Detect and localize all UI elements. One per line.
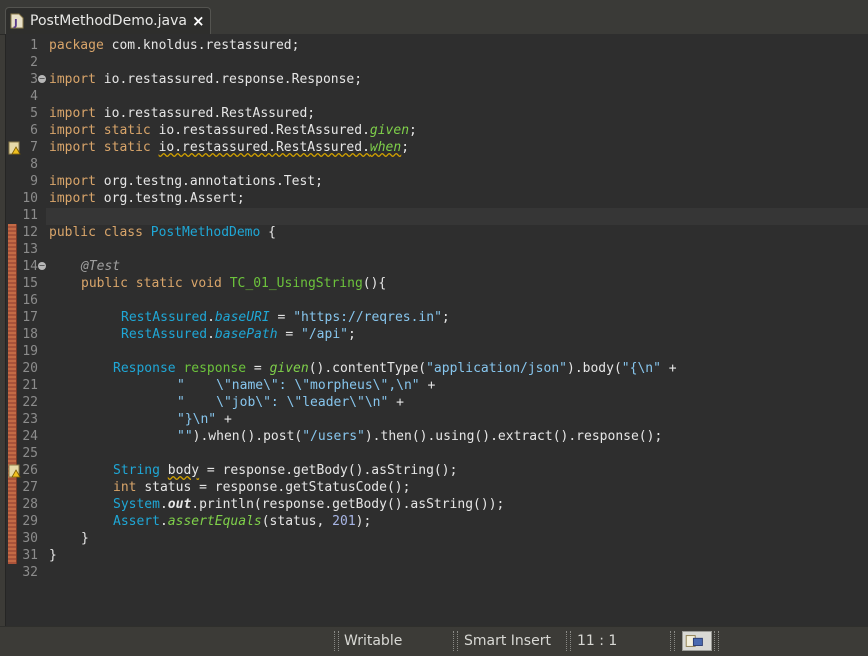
code-line-20: Response response = given().contentType(…	[113, 361, 677, 376]
line-number: 32	[22, 565, 38, 580]
line-number: 12	[22, 225, 38, 240]
line-number: 4	[30, 89, 38, 104]
line-number: 19	[22, 344, 38, 359]
line-number: 27	[22, 480, 38, 495]
status-separator	[566, 631, 571, 651]
code-line-22: " \"job\": \"leader\"\n" +	[177, 395, 404, 410]
line-number: 8	[30, 157, 38, 172]
code-line-21: " \"name\": \"morpheus\",\n" +	[177, 378, 436, 393]
status-insert-mode[interactable]: Smart Insert	[464, 633, 551, 649]
status-writable: Writable	[344, 633, 403, 649]
line-number: 22	[22, 395, 38, 410]
code-line-26: String body = response.getBody().asStrin…	[113, 463, 458, 478]
code-line-1: package com.knoldus.restassured;	[49, 38, 300, 53]
java-file-icon: J	[10, 13, 24, 29]
code-line-30: }	[81, 531, 89, 546]
code-line-9: import org.testng.annotations.Test;	[49, 174, 323, 189]
code-line-17: RestAssured.baseURI = "https://reqres.in…	[121, 310, 450, 325]
line-number: 11	[22, 208, 38, 223]
line-number: 3	[30, 72, 38, 87]
line-number: 25	[22, 446, 38, 461]
status-cursor-position[interactable]: 11 : 1	[577, 633, 617, 649]
status-separator	[453, 631, 458, 651]
code-line-3: import io.restassured.response.Response;	[49, 72, 363, 87]
line-number: 21	[22, 378, 38, 393]
line-number: 26	[22, 463, 38, 478]
code-line-18: RestAssured.basePath = "/api";	[121, 327, 356, 342]
code-line-6: import static io.restassured.RestAssured…	[49, 123, 417, 138]
code-line-31: }	[49, 548, 57, 563]
line-number: 6	[30, 123, 38, 138]
fold-toggle-icon[interactable]: −	[38, 262, 46, 270]
fold-toggle-icon[interactable]: −	[38, 75, 46, 83]
line-number: 13	[22, 242, 38, 257]
svg-text:J: J	[13, 18, 18, 29]
code-line-14: @Test	[81, 259, 121, 274]
line-number: 1	[30, 38, 38, 53]
line-number: 7	[30, 140, 38, 155]
status-separator	[334, 631, 339, 651]
code-line-7: import static io.restassured.RestAssured…	[49, 140, 410, 155]
code-line-10: import org.testng.Assert;	[49, 191, 245, 206]
line-number: 10	[22, 191, 38, 206]
code-line-27: int status = response.getStatusCode();	[113, 480, 411, 495]
line-number: 30	[22, 531, 38, 546]
editor-tab-bar: J PostMethodDemo.java ×	[0, 0, 868, 35]
line-number: 14	[22, 259, 38, 274]
code-line-28: System.out.println(response.getBody().as…	[113, 497, 505, 512]
line-number: 24	[22, 429, 38, 444]
line-number: 15	[22, 276, 38, 291]
line-number: 31	[22, 548, 38, 563]
code-line-29: Assert.assertEquals(status, 201);	[113, 514, 372, 529]
close-icon[interactable]: ×	[192, 12, 205, 30]
line-number: 17	[22, 310, 38, 325]
code-line-23: "}\n" +	[177, 412, 232, 427]
code-line-12: public class PostMethodDemo {	[49, 225, 276, 240]
line-number: 9	[30, 174, 38, 189]
line-number: 20	[22, 361, 38, 376]
code-line-15: public static void TC_01_UsingString(){	[81, 276, 387, 291]
code-line-5: import io.restassured.RestAssured;	[49, 106, 316, 121]
task-icon[interactable]	[682, 631, 712, 651]
line-number: 28	[22, 497, 38, 512]
line-number: 18	[22, 327, 38, 342]
line-number: 29	[22, 514, 38, 529]
code-line-24: "").when().post("/users").then().using()…	[177, 429, 663, 444]
line-number: 2	[30, 55, 38, 70]
tab-postmethoddemo[interactable]: J PostMethodDemo.java ×	[5, 7, 211, 34]
status-separator	[714, 631, 719, 651]
tab-title: PostMethodDemo.java	[30, 13, 187, 29]
code-editor[interactable]: 1 package com.knoldus.restassured; 2 3 −…	[5, 34, 868, 626]
line-number: 23	[22, 412, 38, 427]
status-separator	[670, 631, 675, 651]
line-number: 16	[22, 293, 38, 308]
status-bar: Writable Smart Insert 11 : 1	[0, 626, 868, 656]
line-number: 5	[30, 106, 38, 121]
